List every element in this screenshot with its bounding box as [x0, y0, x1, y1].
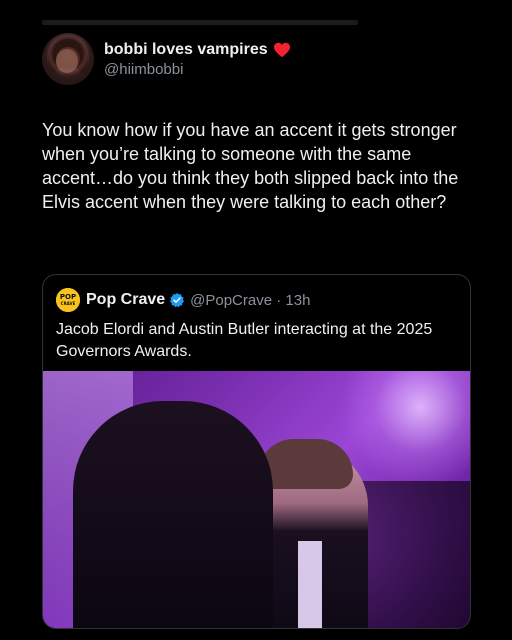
svg-text:POP: POP: [60, 293, 76, 301]
avatar[interactable]: [42, 33, 94, 85]
verified-badge-icon: [170, 293, 185, 308]
quote-media-photo[interactable]: [43, 371, 470, 628]
author-info: bobbi loves vampires @hiimbobbi: [104, 41, 291, 78]
handle[interactable]: @hiimbobbi: [104, 61, 291, 78]
red-heart-icon: [273, 42, 290, 57]
quote-text: Jacob Elordi and Austin Butler interacti…: [56, 321, 433, 360]
display-name[interactable]: bobbi loves vampires: [104, 41, 268, 59]
quote-display-name[interactable]: Pop Crave: [86, 291, 165, 309]
svg-text:CRAVE: CRAVE: [61, 301, 76, 306]
quote-tweet-card[interactable]: POP CRAVE Pop Crave @PopCrave · 13h Jaco…: [42, 274, 471, 629]
quote-header: POP CRAVE Pop Crave @PopCrave · 13h: [56, 288, 310, 312]
pop-crave-logo[interactable]: POP CRAVE: [56, 288, 80, 312]
quote-handle-time[interactable]: @PopCrave · 13h: [190, 292, 310, 309]
tweet-text: You know how if you have an accent it ge…: [42, 120, 459, 212]
tweet-header: bobbi loves vampires @hiimbobbi: [42, 33, 291, 85]
top-divider-bar: [42, 20, 358, 25]
